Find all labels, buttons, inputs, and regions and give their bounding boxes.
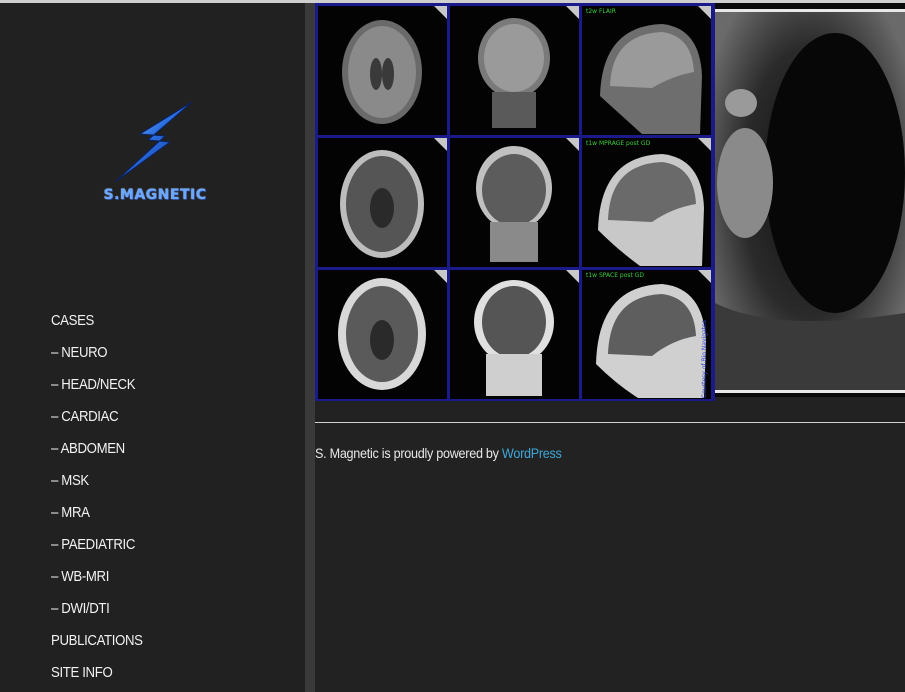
sequence-caption: t1w SPACE post GD <box>586 272 645 279</box>
site-footer: S. Magnetic is proudly powered by WordPr… <box>315 445 562 461</box>
nav-item-abdomen[interactable]: – ABDOMEN <box>51 436 143 468</box>
mri-coronal-flair-tile <box>450 6 579 135</box>
sidebar: S.MAGNETIC CASES – NEURO – HEAD/NECK – C… <box>0 3 305 692</box>
nav-item-cases[interactable]: CASES <box>51 308 143 340</box>
logo-text: S.MAGNETIC <box>103 187 207 203</box>
nav-item-msk[interactable]: – MSK <box>51 468 143 500</box>
image-frame-bottom <box>715 390 905 393</box>
nav-item-dwi-dti[interactable]: – DWI/DTI <box>51 596 143 628</box>
corner-marker <box>434 6 447 19</box>
sequence-caption: t2w FLAIR <box>586 8 616 15</box>
footer-separator <box>315 422 905 423</box>
mri-sagittal-mprage-tile: t1w MPRAGE post GD <box>582 138 711 267</box>
corner-marker <box>566 138 579 151</box>
mri-axial-mprage-tile <box>318 138 447 267</box>
mri-sagittal-flair-tile: t2w FLAIR <box>582 6 711 135</box>
mri-sagittal-space-tile: t1w SPACE post GD <box>582 270 711 399</box>
nav-item-wb-mri[interactable]: – WB-MRI <box>51 564 143 596</box>
mri-coronal-mprage-tile <box>450 138 579 267</box>
site-logo[interactable]: S.MAGNETIC <box>95 100 215 210</box>
nav-item-neuro[interactable]: – NEURO <box>51 340 143 372</box>
nav-item-paediatric[interactable]: – PAEDIATRIC <box>51 532 143 564</box>
cardiac-scan-graphic <box>715 12 905 390</box>
nav-item-cardiac[interactable]: – CARDIAC <box>51 404 143 436</box>
corner-marker <box>434 138 447 151</box>
corner-marker <box>566 6 579 19</box>
corner-marker <box>434 270 447 283</box>
nav-item-publications[interactable]: PUBLICATIONS <box>51 628 143 660</box>
mri-cardiac-image[interactable] <box>715 3 905 397</box>
mri-coronal-space-tile <box>450 270 579 399</box>
main-navigation: CASES – NEURO – HEAD/NECK – CARDIAC – AB… <box>51 308 155 692</box>
corner-marker <box>698 6 711 19</box>
mri-axial-flair-tile <box>318 6 447 135</box>
nav-item-head-neck[interactable]: – HEAD/NECK <box>51 372 143 404</box>
corner-marker <box>698 270 711 283</box>
main-content: t2w FLAIR t1w MPRAGE post GD t1w SPACE p… <box>315 3 905 692</box>
corner-marker <box>566 270 579 283</box>
image-frame-top <box>715 9 905 12</box>
sequence-caption: t1w MPRAGE post GD <box>586 140 651 147</box>
lightning-bolt-icon <box>114 101 193 183</box>
nav-item-site-info[interactable]: SITE INFO <box>51 660 143 692</box>
footer-text: S. Magnetic is proudly powered by <box>315 445 502 461</box>
column-divider <box>305 3 315 692</box>
mri-brain-mosaic-image[interactable]: t2w FLAIR t1w MPRAGE post GD t1w SPACE p… <box>315 3 715 401</box>
image-credit: Courtesy of Bio Navigates <box>701 320 708 398</box>
mri-axial-space-tile <box>318 270 447 399</box>
corner-marker <box>698 138 711 151</box>
wordpress-link[interactable]: WordPress <box>502 445 562 461</box>
nav-item-mra[interactable]: – MRA <box>51 500 143 532</box>
